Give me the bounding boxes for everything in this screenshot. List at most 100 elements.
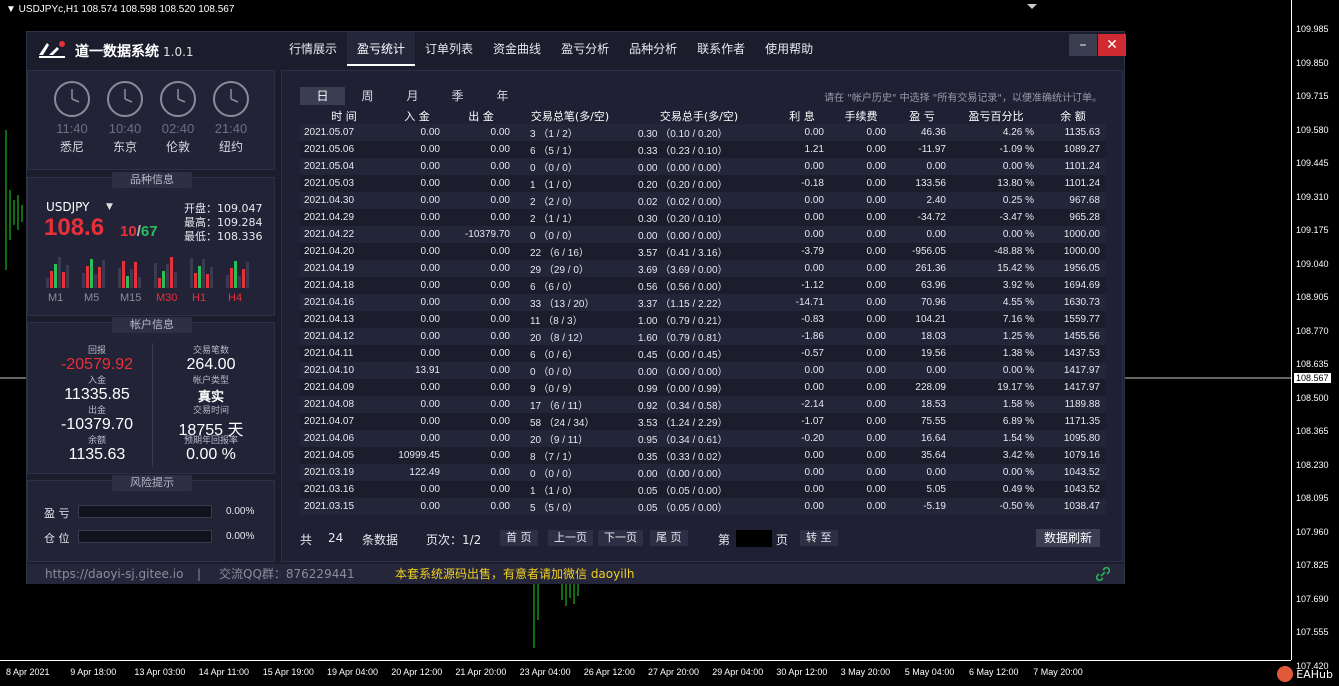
strength-bar	[126, 276, 129, 288]
goto-button[interactable]: 转 至	[800, 530, 838, 546]
table-cell: -14.71	[774, 294, 830, 311]
table-cell: 2021.04.29	[300, 209, 388, 226]
table-cell: 0.00	[830, 158, 892, 175]
table-cell: 0.00	[446, 498, 516, 515]
nav-item-7[interactable]: 使用帮助	[755, 32, 823, 66]
table-cell: 0.00	[830, 243, 892, 260]
first-page-button[interactable]: 首 页	[500, 530, 538, 546]
table-cell: 1.58 %	[952, 396, 1040, 413]
timeframe-label[interactable]: M15	[120, 292, 141, 304]
table-cell: 0.00	[388, 345, 446, 362]
table-cell: 0 （0 / 0）	[516, 464, 624, 481]
timeframe-label[interactable]: M30	[156, 292, 177, 304]
table-row[interactable]: 2021.04.09 0.00 0.00 9 （0 / 9） 0.99 （0.00 / …	[300, 379, 1106, 396]
nav-item-2[interactable]: 订单列表	[415, 32, 483, 66]
column-header: 入 金	[404, 109, 430, 123]
next-page-button[interactable]: 下一页	[598, 530, 643, 546]
table-row[interactable]: 2021.04.08 0.00 0.00 17 （6 / 11） 0.92 （0.34 …	[300, 396, 1106, 413]
price-tick: 109.040	[1296, 258, 1329, 269]
table-cell: 1079.16	[1040, 447, 1106, 464]
table-row[interactable]: 2021.04.07 0.00 0.00 58 （24 / 34） 3.53 （1.24…	[300, 413, 1106, 430]
table-row[interactable]: 2021.04.22 0.00 -10379.70 0 （0 / 0） 0.00 （0.…	[300, 226, 1106, 243]
refresh-data-button[interactable]: 数据刷新	[1036, 529, 1101, 547]
table-row[interactable]: 2021.04.30 0.00 0.00 2 （2 / 0） 0.02 （0.02 / …	[300, 192, 1106, 209]
table-row[interactable]: 2021.04.18 0.00 0.00 6 （6 / 0） 0.56 （0.56 / …	[300, 277, 1106, 294]
clock-city: 东京	[112, 140, 137, 154]
table-row[interactable]: 2021.04.20 0.00 0.00 22 （6 / 16） 3.57 （0.41 …	[300, 243, 1106, 260]
period-tab[interactable]: 年	[480, 87, 525, 105]
strength-bar	[206, 274, 209, 288]
table-row[interactable]: 2021.04.05 10999.45 0.00 8 （7 / 1） 0.35 （0.3…	[300, 447, 1106, 464]
nav-item-0[interactable]: 行情展示	[279, 32, 347, 66]
deposit-value: 11335.85	[64, 386, 130, 403]
withdraw-value: -10379.70	[60, 416, 134, 433]
table-cell: 2021.04.11	[300, 345, 388, 362]
table-row[interactable]: 2021.04.10 13.91 0.00 0 （0 / 0） 0.00 （0.00 /…	[300, 362, 1106, 379]
nav-item-5[interactable]: 品种分析	[619, 32, 687, 66]
timeframe-label[interactable]: M1	[48, 292, 63, 304]
table-cell: 70.96	[892, 294, 952, 311]
status-bar: https://daoyi-sj.gitee.io | 交流QQ群：876229…	[27, 564, 1124, 584]
strength-bar	[46, 278, 49, 288]
period-tab[interactable]: 周	[345, 87, 390, 105]
table-row[interactable]: 2021.04.12 0.00 0.00 20 （8 / 12） 1.60 （0.79 …	[300, 328, 1106, 345]
table-row[interactable]: 2021.04.19 0.00 0.00 29 （29 / 0） 3.69 （3.69 …	[300, 260, 1106, 277]
table-row[interactable]: 2021.03.19 122.49 0.00 0 （0 / 0） 0.00 （0.00 …	[300, 464, 1106, 481]
period-tab[interactable]: 季	[435, 87, 480, 105]
table-cell: -11.97	[892, 141, 952, 158]
table-row[interactable]: 2021.04.29 0.00 0.00 2 （1 / 1） 0.30 （0.20 / …	[300, 209, 1106, 226]
table-cell: 0.00	[892, 226, 952, 243]
timeframe-bar-group	[190, 254, 214, 288]
table-row[interactable]: 2021.05.04 0.00 0.00 0 （0 / 0） 0.00 （0.00 / …	[300, 158, 1106, 175]
table-row[interactable]: 2021.04.11 0.00 0.00 6 （0 / 6） 0.45 （0.00 / …	[300, 345, 1106, 362]
table-cell: 1038.47	[1040, 498, 1106, 515]
return-value: -20579.92	[60, 356, 134, 373]
nav-item-4[interactable]: 盈亏分析	[551, 32, 619, 66]
table-cell: 0.00	[388, 124, 446, 141]
table-row[interactable]: 2021.05.07 0.00 0.00 3 （1 / 2） 0.30 （0.10 / …	[300, 124, 1106, 141]
timeframe-label[interactable]: M5	[84, 292, 99, 304]
nav-item-6[interactable]: 联系作者	[687, 32, 755, 66]
table-row[interactable]: 2021.03.16 0.00 0.00 1 （1 / 0） 0.05 （0.05 / …	[300, 481, 1106, 498]
website-link[interactable]: https://daoyi-sj.gitee.io	[45, 564, 183, 584]
table-cell: 0.00	[446, 328, 516, 345]
period-tab[interactable]: 月	[390, 87, 435, 105]
close-button[interactable]: ✕	[1098, 34, 1126, 56]
timeframe-label[interactable]: H4	[228, 292, 242, 304]
chevron-down-icon[interactable]: ▼	[106, 202, 113, 212]
timeframe-label[interactable]: H1	[192, 292, 206, 304]
clock-city: 悉尼	[59, 140, 84, 154]
nav-item-3[interactable]: 资金曲线	[483, 32, 551, 66]
column-header: 盈亏百分比	[968, 109, 1024, 123]
nav-item-1[interactable]: 盈亏统计	[347, 32, 416, 66]
world-clock: 11:40 悉尼	[50, 81, 94, 155]
clock-face-icon	[213, 81, 249, 117]
time-tick: 13 Apr 03:00	[134, 667, 186, 677]
time-tick: 6 May 12:00	[969, 667, 1019, 677]
table-row[interactable]: 2021.05.06 0.00 0.00 6 （5 / 1） 0.33 （0.23 / …	[300, 141, 1106, 158]
table-cell: -2.14	[774, 396, 830, 413]
goto-page-input[interactable]	[736, 530, 772, 547]
table-cell: 0.00	[446, 141, 516, 158]
table-row[interactable]: 2021.03.15 0.00 0.00 5 （5 / 0） 0.05 （0.05 / …	[300, 498, 1106, 515]
table-cell: 3.42 %	[952, 447, 1040, 464]
table-cell: 0.30 （0.20 / 0.10）	[624, 209, 774, 226]
prev-page-button[interactable]: 上一页	[548, 530, 593, 546]
table-cell: 18.03	[892, 328, 952, 345]
annual-return-cell: 预期年回报率 0.00 %	[156, 433, 266, 464]
table-cell: 0.00 %	[952, 226, 1040, 243]
table-row[interactable]: 2021.04.13 0.00 0.00 11 （8 / 3） 1.00 （0.79 /…	[300, 311, 1106, 328]
minimize-button[interactable]: –	[1069, 34, 1097, 56]
table-row[interactable]: 2021.04.06 0.00 0.00 20 （9 / 11） 0.95 （0.34 …	[300, 430, 1106, 447]
table-cell: 228.09	[892, 379, 952, 396]
qq-group: 交流QQ群：876229441	[219, 567, 355, 581]
table-cell: 6 （0 / 6）	[516, 345, 624, 362]
last-page-button[interactable]: 尾 页	[650, 530, 688, 546]
table-row[interactable]: 2021.04.16 0.00 0.00 33 （13 / 20） 3.37 （1.15…	[300, 294, 1106, 311]
period-tab[interactable]: 日	[300, 87, 345, 105]
link-icon[interactable]	[1096, 567, 1110, 581]
table-cell: 0.00	[830, 396, 892, 413]
table-row[interactable]: 2021.05.03 0.00 0.00 1 （1 / 0） 0.20 （0.20 / …	[300, 175, 1106, 192]
symbol-selector[interactable]: USDJPY	[46, 200, 89, 214]
table-cell: 0.00	[830, 379, 892, 396]
